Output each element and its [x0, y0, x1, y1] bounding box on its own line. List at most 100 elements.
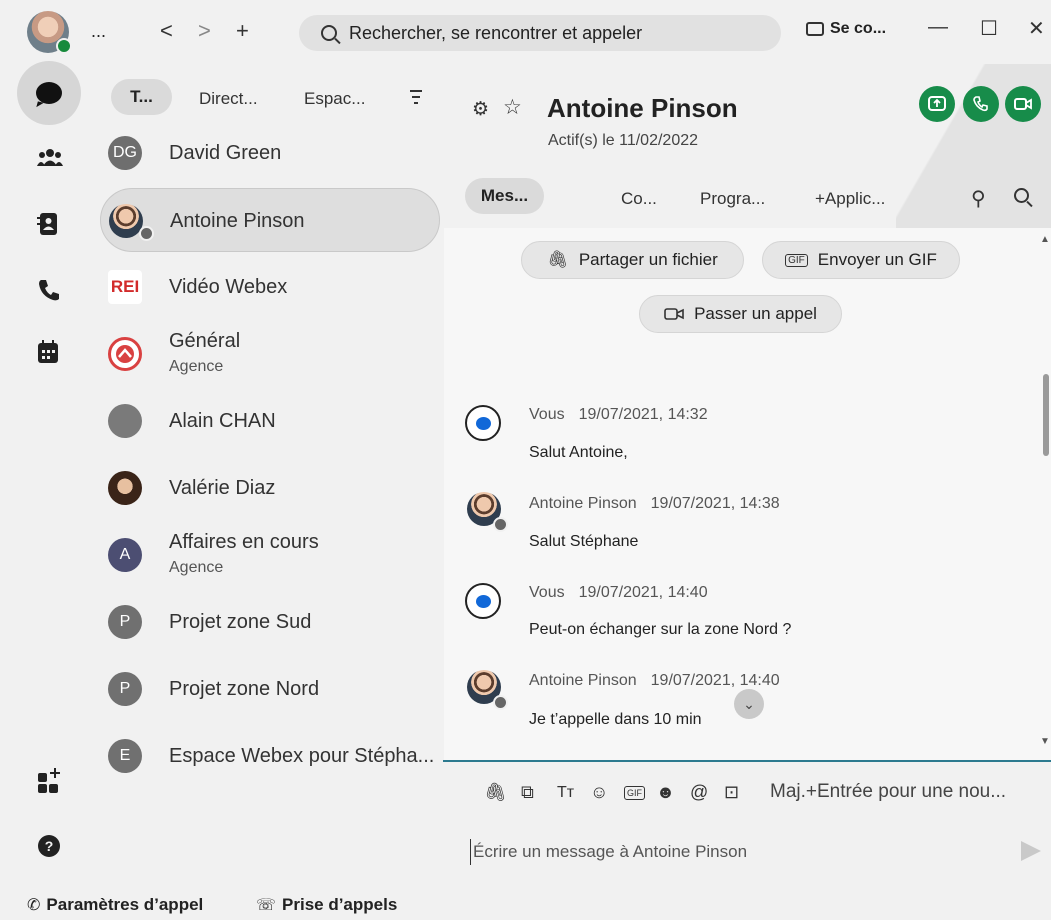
tab-all[interactable]: T...: [111, 79, 172, 115]
chat-subtitle: Actif(s) le 11/02/2022: [548, 132, 699, 149]
message-author: Vous: [529, 406, 565, 423]
chat-pane: ⚙ ☆ Antoine Pinson Actif(s) le 11/02/202…: [444, 64, 1051, 920]
text-format-icon[interactable]: Tт: [557, 784, 574, 802]
conversation-item[interactable]: P Projet zone Sud: [100, 590, 440, 654]
call-pickup-link[interactable]: ☏ Prise d’appels: [256, 895, 397, 915]
self-avatar: [465, 583, 501, 619]
forward-button[interactable]: >: [198, 18, 211, 44]
gif-icon: GIF: [785, 253, 808, 267]
gif-icon[interactable]: GIF: [624, 786, 645, 800]
pin-icon[interactable]: ⚲: [971, 186, 986, 211]
send-icon[interactable]: [1021, 841, 1041, 861]
search-icon: [321, 25, 337, 41]
message-input[interactable]: [470, 839, 1010, 865]
video-camera-icon: [1014, 98, 1032, 110]
avatar: [108, 337, 142, 371]
conversation-item[interactable]: P Projet zone Nord: [100, 657, 440, 721]
chat-bubble-icon: [476, 595, 491, 608]
scrollbar-thumb[interactable]: [1043, 374, 1049, 456]
phone-icon: [973, 96, 988, 112]
more-options-button[interactable]: ...: [91, 21, 106, 42]
avatar: [108, 471, 142, 505]
conversation-name: Valérie Diaz: [169, 477, 276, 499]
minimize-button[interactable]: —: [928, 16, 948, 39]
rail-messages-button[interactable]: [17, 61, 81, 125]
maximize-button[interactable]: ☐: [980, 16, 998, 41]
conversation-name: Affaires en cours: [169, 531, 319, 553]
search-icon[interactable]: [1014, 188, 1029, 203]
message-time: 19/07/2021, 14:32: [578, 406, 708, 423]
message-text[interactable]: Je t’appelle dans 10 min: [529, 711, 702, 729]
tab-messages[interactable]: Mes...: [465, 178, 544, 214]
conversation-item[interactable]: DG David Green: [100, 121, 440, 185]
connect-label: Se co...: [830, 20, 887, 37]
chat-header: ⚙ ☆ Antoine Pinson Actif(s) le 11/02/202…: [444, 64, 1051, 228]
conversation-subtitle: Agence: [169, 559, 224, 576]
conversation-item[interactable]: Alain CHAN: [100, 389, 440, 453]
connect-device-button[interactable]: Se co...: [806, 20, 886, 38]
apps-add-icon[interactable]: [37, 768, 63, 794]
sticker-icon[interactable]: ☻: [656, 782, 675, 803]
message-text[interactable]: Salut Stéphane: [529, 533, 638, 551]
conversation-subtitle: Agence: [169, 358, 224, 375]
share-screen-button[interactable]: [919, 86, 955, 122]
scroll-down-icon[interactable]: ▼: [1040, 736, 1050, 747]
tab-direct[interactable]: Direct...: [199, 89, 258, 109]
share-file-button[interactable]: 🖇 Partager un fichier: [521, 241, 744, 279]
send-gif-button[interactable]: GIF Envoyer un GIF: [762, 241, 960, 279]
conversation-item[interactable]: REI Vidéo Webex: [100, 255, 440, 319]
tab-add-apps[interactable]: +Applic...: [815, 189, 885, 209]
conversation-item-selected[interactable]: Antoine Pinson: [100, 188, 440, 252]
contacts-icon[interactable]: [37, 212, 59, 236]
global-search-bar[interactable]: Rechercher, se rencontrer et appeler: [299, 15, 781, 51]
screenshot-icon[interactable]: ⧉: [521, 782, 534, 803]
conversation-name: Projet zone Sud: [169, 611, 312, 633]
message-text[interactable]: Salut Antoine,: [529, 444, 628, 462]
video-call-button[interactable]: [1005, 86, 1041, 122]
teams-icon[interactable]: [37, 147, 63, 167]
scrollbar[interactable]: [1040, 232, 1051, 752]
conversation-item[interactable]: Valérie Diaz: [100, 456, 440, 520]
conversation-name: Général: [169, 330, 241, 352]
avatar: DG: [108, 136, 142, 170]
contact-card-icon[interactable]: ⊡: [724, 782, 739, 803]
tab-schedule[interactable]: Progra...: [700, 189, 765, 209]
tab-content[interactable]: Co...: [621, 189, 657, 209]
emoji-icon[interactable]: ☺: [590, 782, 608, 803]
svg-text:?: ?: [45, 838, 54, 854]
calendar-icon[interactable]: [37, 340, 59, 364]
new-item-button[interactable]: +: [236, 18, 249, 44]
avatar: P: [108, 605, 142, 639]
presence-available-icon: [56, 38, 72, 54]
conversation-name: Vidéo Webex: [169, 276, 288, 298]
close-button[interactable]: ✕: [1028, 16, 1045, 41]
gear-icon[interactable]: ⚙: [472, 98, 489, 121]
message-text[interactable]: Peut-on échanger sur la zone Nord ?: [529, 621, 791, 639]
help-icon[interactable]: ?: [37, 834, 61, 858]
filter-icon[interactable]: [410, 90, 422, 108]
chat-bubble-icon: [476, 417, 491, 430]
jump-to-latest-button[interactable]: ⌄: [734, 689, 764, 719]
video-camera-icon: [664, 308, 684, 320]
call-settings-link[interactable]: ✆ Paramètres d’appel: [27, 895, 203, 915]
tab-spaces[interactable]: Espac...: [304, 89, 365, 109]
avatar: [109, 204, 143, 238]
composer-hint: Maj.+Entrée pour une nou...: [770, 781, 1007, 802]
place-call-label: Passer un appel: [694, 304, 817, 323]
chat-title: Antoine Pinson: [547, 93, 738, 123]
star-icon[interactable]: ☆: [503, 95, 522, 120]
share-screen-icon: [928, 96, 946, 111]
conversation-item[interactable]: Général Agence: [100, 322, 440, 386]
back-button[interactable]: <: [160, 18, 173, 44]
conversation-item[interactable]: A Affaires en cours Agence: [100, 523, 440, 587]
scroll-up-icon[interactable]: ▲: [1040, 234, 1050, 245]
audio-call-button[interactable]: [963, 86, 999, 122]
attach-icon[interactable]: 🖇: [484, 782, 507, 803]
mention-icon[interactable]: @: [690, 782, 708, 803]
conversation-item[interactable]: E Espace Webex pour Stépha...: [100, 724, 440, 788]
search-label: Rechercher, se rencontrer et appeler: [349, 22, 643, 43]
message-time: 19/07/2021, 14:40: [650, 672, 780, 689]
place-call-button[interactable]: Passer un appel: [639, 295, 842, 333]
calling-icon[interactable]: [37, 278, 61, 302]
self-avatar: [465, 405, 501, 441]
